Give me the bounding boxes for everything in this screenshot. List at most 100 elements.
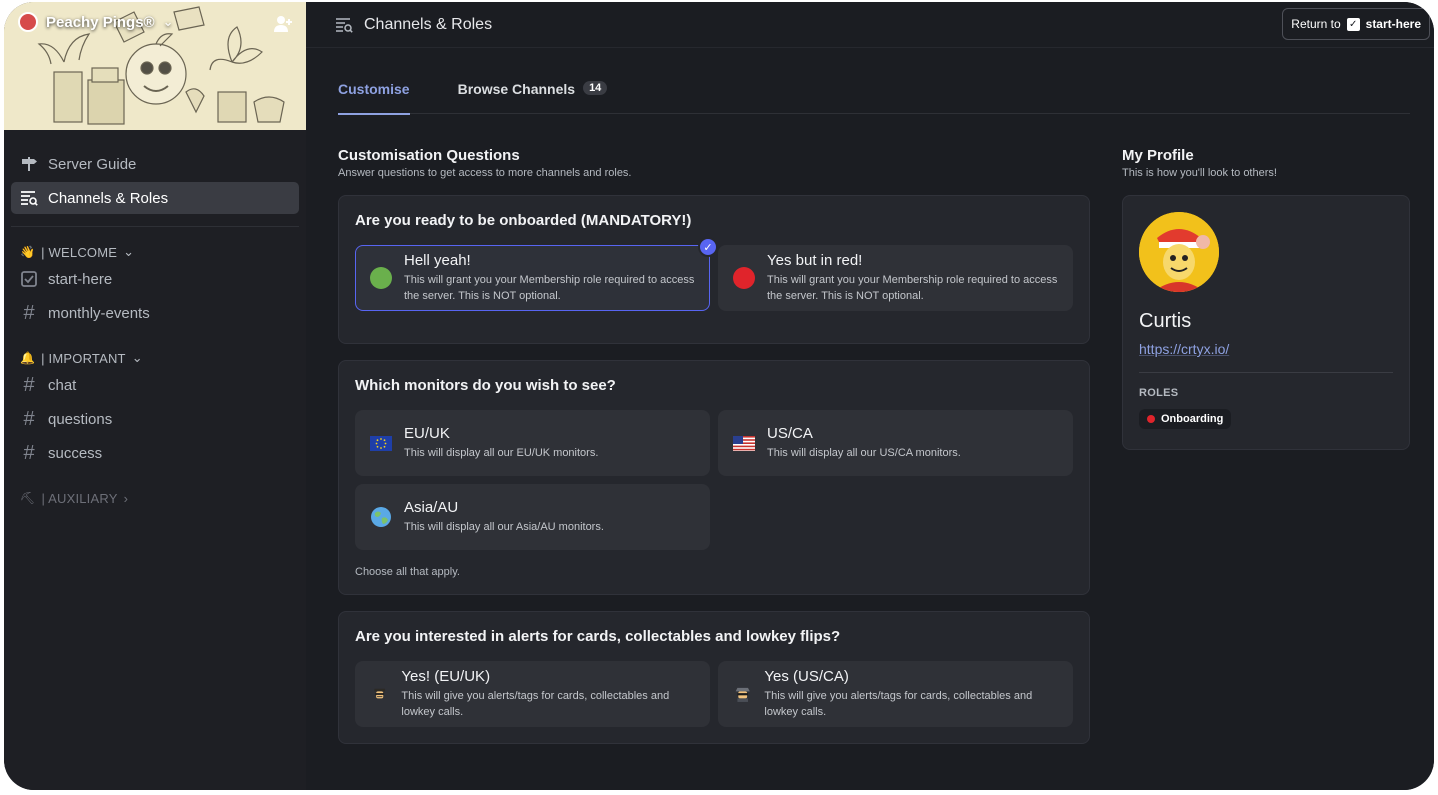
top-bar: Channels & Roles Return to ✓ start-here bbox=[306, 2, 1434, 48]
category-auxiliary[interactable]: ⛏ | AUXILIARY › bbox=[11, 487, 299, 509]
question-title: Are you interested in alerts for cards, … bbox=[355, 628, 841, 645]
category-important[interactable]: 🔔 | IMPORTANT ⌄ bbox=[11, 347, 299, 369]
hash-icon: # bbox=[23, 373, 35, 396]
avatar[interactable] bbox=[1139, 212, 1219, 292]
sidebar-item-channels-roles[interactable]: Channels & Roles bbox=[11, 182, 299, 214]
chevron-right-icon: › bbox=[123, 490, 129, 506]
category-label: | AUXILIARY bbox=[41, 490, 118, 506]
page-title: Channels & Roles bbox=[364, 15, 493, 33]
sidebar-nav: Server Guide Channels & Roles bbox=[4, 130, 306, 214]
pick-icon: ⛏ bbox=[20, 491, 36, 505]
return-target: start-here bbox=[1365, 17, 1421, 31]
channel-list: 👋 | WELCOME ⌄ start-here # monthly-event… bbox=[4, 241, 306, 509]
question-title: Are you ready to be onboarded (MANDATORY… bbox=[355, 212, 692, 229]
option-label: Asia/AU bbox=[404, 499, 459, 516]
app-window: Peachy Pings® ⌄ Server Guide Channels & … bbox=[4, 2, 1434, 790]
channels-roles-icon bbox=[20, 189, 38, 207]
green-circle-icon bbox=[370, 267, 392, 289]
option-description: This will grant you your Membership role… bbox=[404, 274, 695, 302]
option-label: Yes but in red! bbox=[767, 252, 863, 269]
option-grid: Hell yeah! This will grant you your Memb… bbox=[355, 237, 1073, 311]
avatar-illustration bbox=[1139, 212, 1219, 292]
count-badge: 14 bbox=[583, 81, 608, 95]
option-description: This will grant you your Membership role… bbox=[767, 274, 1058, 302]
checkmark-icon: ✓ bbox=[698, 237, 718, 257]
main-panel: Channels & Roles Return to ✓ start-here … bbox=[306, 2, 1434, 790]
tab-label: Customise bbox=[338, 81, 410, 97]
role-label: Onboarding bbox=[1161, 413, 1224, 425]
role-badge[interactable]: Onboarding bbox=[1139, 409, 1232, 429]
option-asia-au[interactable]: Asia/AU This will display all our Asia/A… bbox=[355, 484, 710, 550]
option-yes-but-in-red[interactable]: Yes but in red! This will grant you your… bbox=[718, 245, 1073, 311]
red-circle-icon bbox=[733, 267, 755, 289]
spy-icon bbox=[735, 687, 750, 702]
option-label: EU/UK bbox=[404, 425, 450, 442]
server-name: Peachy Pings® bbox=[46, 13, 155, 31]
roles-label: ROLES bbox=[1139, 387, 1179, 399]
option-yes-us-ca[interactable]: Yes (US/CA) This will give you alerts/ta… bbox=[718, 661, 1073, 727]
option-hell-yeah[interactable]: Hell yeah! This will grant you your Memb… bbox=[355, 237, 718, 311]
chevron-down-icon: ⌄ bbox=[131, 350, 143, 365]
section-subtitle: This is how you'll look to others! bbox=[1122, 167, 1277, 179]
profile-card: Curtis https://crtyx.io/ ROLES Onboardin… bbox=[1122, 195, 1410, 450]
section-title: My Profile bbox=[1122, 147, 1194, 164]
option-label: Hell yeah! bbox=[404, 252, 471, 269]
profile-link[interactable]: https://crtyx.io/ bbox=[1139, 341, 1393, 357]
channel-chat[interactable]: # chat bbox=[11, 369, 299, 401]
profile-name: Curtis bbox=[1139, 310, 1192, 332]
waving-hand-icon: 👋 bbox=[20, 245, 36, 259]
option-yes-eu-uk[interactable]: Yes! (EU/UK) This will give you alerts/t… bbox=[355, 661, 710, 727]
channel-label: questions bbox=[48, 410, 113, 428]
question-card: Are you ready to be onboarded (MANDATORY… bbox=[338, 195, 1090, 344]
sidebar-item-label: Server Guide bbox=[48, 155, 137, 173]
option-description: This will give you alerts/tags for cards… bbox=[401, 690, 670, 718]
tab-customise[interactable]: Customise bbox=[338, 68, 410, 115]
checkbox-icon bbox=[20, 270, 38, 288]
server-avatar bbox=[18, 12, 38, 32]
category-label: | WELCOME bbox=[41, 244, 118, 260]
hash-icon: # bbox=[23, 301, 35, 324]
question-card: Are you interested in alerts for cards, … bbox=[338, 611, 1090, 744]
chevron-down-icon: ⌄ bbox=[123, 244, 135, 259]
tab-browse-channels[interactable]: Browse Channels 14 bbox=[458, 68, 608, 114]
profile-section: My Profile This is how you'll look to ot… bbox=[1122, 147, 1410, 450]
option-grid: EU/UK This will display all our EU/UK mo… bbox=[355, 410, 1073, 550]
option-description: This will display all our Asia/AU monito… bbox=[404, 521, 604, 533]
channel-start-here[interactable]: start-here bbox=[11, 263, 299, 295]
question-hint: Choose all that apply. bbox=[355, 566, 460, 578]
server-header[interactable]: Peachy Pings® ⌄ bbox=[18, 12, 174, 32]
option-label: Yes! (EU/UK) bbox=[401, 668, 491, 685]
option-eu-uk[interactable]: EU/UK This will display all our EU/UK mo… bbox=[355, 410, 710, 476]
hash-icon: # bbox=[23, 441, 35, 464]
tab-label: Browse Channels bbox=[457, 81, 576, 97]
sidebar-divider bbox=[11, 226, 299, 227]
option-description: This will display all our EU/UK monitors… bbox=[404, 447, 599, 459]
checkbox-icon: ✓ bbox=[1346, 17, 1360, 31]
eu-flag-icon bbox=[370, 435, 392, 451]
category-welcome[interactable]: 👋 | WELCOME ⌄ bbox=[11, 241, 299, 263]
option-description: This will display all our US/CA monitors… bbox=[767, 447, 961, 459]
return-label: Return to bbox=[1291, 17, 1341, 31]
sidebar-item-server-guide[interactable]: Server Guide bbox=[11, 148, 299, 180]
add-member-icon[interactable] bbox=[272, 14, 294, 34]
server-banner: Peachy Pings® ⌄ bbox=[4, 2, 306, 130]
option-us-ca[interactable]: US/CA This will display all our US/CA mo… bbox=[718, 410, 1073, 476]
return-button[interactable]: Return to ✓ start-here bbox=[1282, 8, 1430, 40]
question-title: Which monitors do you wish to see? bbox=[355, 377, 616, 394]
bell-icon: 🔔 bbox=[20, 351, 36, 365]
channel-success[interactable]: # success bbox=[11, 437, 299, 469]
option-grid: Yes! (EU/UK) This will give you alerts/t… bbox=[355, 661, 1073, 727]
channel-monthly-events[interactable]: # monthly-events bbox=[11, 297, 299, 329]
customisation-section: Customisation Questions Answer questions… bbox=[338, 147, 1090, 744]
channel-label: chat bbox=[48, 376, 77, 394]
profile-divider bbox=[1139, 372, 1393, 373]
globe-icon bbox=[371, 507, 391, 527]
detective-icon bbox=[374, 688, 386, 699]
channel-questions[interactable]: # questions bbox=[11, 403, 299, 435]
question-card: Which monitors do you wish to see? EU/UK… bbox=[338, 360, 1090, 595]
hash-icon: # bbox=[23, 407, 35, 430]
tab-bar: Customise Browse Channels 14 bbox=[338, 68, 1410, 115]
signpost-icon bbox=[20, 155, 38, 173]
option-label: Yes (US/CA) bbox=[764, 668, 849, 685]
channel-label: monthly-events bbox=[48, 304, 150, 322]
